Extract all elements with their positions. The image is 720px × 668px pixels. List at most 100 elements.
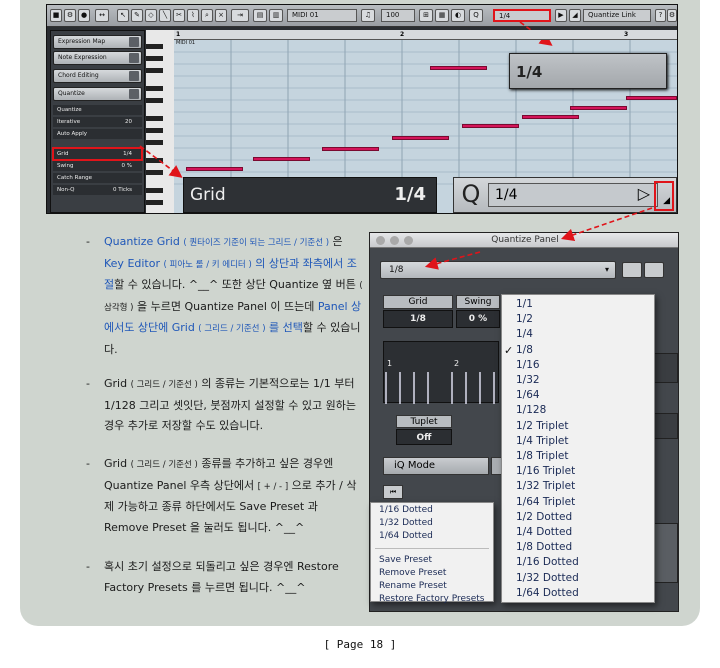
midi-note[interactable] bbox=[322, 147, 379, 151]
grid-menu-item[interactable]: 1/2 Dotted bbox=[502, 510, 654, 525]
midi-note[interactable] bbox=[430, 66, 487, 70]
zoom-field[interactable]: 100 bbox=[381, 9, 415, 22]
grid-menu-item[interactable]: 1/32 bbox=[502, 373, 654, 388]
grid-menu-item[interactable]: 1/128 bbox=[502, 403, 654, 418]
snap-icon[interactable]: ⊞ bbox=[419, 9, 433, 22]
piano-keys-graphic bbox=[146, 44, 163, 205]
line-tool-icon[interactable]: ╲ bbox=[159, 9, 171, 22]
settings-icon[interactable]: ⚙ bbox=[64, 9, 76, 22]
show-info-icon[interactable]: ▥ bbox=[269, 9, 283, 22]
midi-note[interactable] bbox=[522, 115, 579, 119]
inspector-row-quantize[interactable]: Quantize bbox=[53, 105, 142, 115]
panel-side-control[interactable] bbox=[652, 523, 678, 583]
grid-menu-item[interactable]: 1/16 bbox=[502, 358, 654, 373]
bullet-text: Quantize Grid ( 퀀타이즈 기준이 되는 그리드 / 기준선 ) … bbox=[104, 232, 364, 360]
midi-note[interactable] bbox=[253, 157, 310, 161]
midi-note[interactable] bbox=[626, 96, 677, 100]
swing-value-field[interactable]: 0 % bbox=[456, 310, 500, 328]
preset-action-item[interactable]: Restore Factory Presets bbox=[371, 593, 493, 606]
setup-icon[interactable]: ⚙ bbox=[667, 9, 677, 22]
remove-preset-icon[interactable] bbox=[644, 262, 664, 278]
grid-menu-item-label: 1/4 Triplet bbox=[516, 434, 569, 447]
color-icon[interactable]: ◐ bbox=[451, 9, 465, 22]
grid-menu-item[interactable]: 1/4 bbox=[502, 327, 654, 342]
grid-menu-item[interactable]: 1/64 Dotted bbox=[502, 586, 654, 601]
grid-menu-item[interactable]: 1/32 Dotted bbox=[502, 571, 654, 586]
grid-menu-item[interactable]: 1/8 Dotted bbox=[502, 540, 654, 555]
quantize-preset-dropdown[interactable]: 1/8 ▾ bbox=[380, 261, 616, 279]
piano-keyboard[interactable] bbox=[146, 30, 174, 213]
iq-mode-button[interactable]: iQ Mode bbox=[383, 457, 489, 475]
grid-value-field[interactable]: 1/8 bbox=[383, 310, 453, 328]
panel-side-control[interactable] bbox=[652, 413, 678, 439]
quantize-panel-triangle-icon[interactable]: ◢ bbox=[569, 9, 581, 22]
preset-menu-item[interactable]: 1/32 Dotted bbox=[371, 517, 493, 530]
bullet-dash: - bbox=[86, 235, 90, 248]
step-input-icon[interactable]: ♫ bbox=[361, 9, 375, 22]
grid-menu-item[interactable]: 1/32 Triplet bbox=[502, 479, 654, 494]
part-label: MIDI 01 bbox=[176, 40, 196, 46]
grid-menu-item[interactable]: 1/2 Triplet bbox=[502, 419, 654, 434]
inspector-row-auto-apply[interactable]: Auto Apply bbox=[53, 129, 142, 139]
solo-editor-icon[interactable]: ⇥ bbox=[231, 9, 249, 22]
inspector-row-iterative[interactable]: Iterative 20 bbox=[53, 117, 142, 127]
midi-part-field[interactable]: MIDI 01 bbox=[287, 9, 357, 22]
row-label: Catch Range bbox=[57, 175, 93, 181]
preset-menu-item[interactable]: 1/64 Dotted bbox=[371, 530, 493, 543]
quantize-link-field[interactable]: Quantize Link bbox=[583, 9, 651, 22]
quantize-icon[interactable]: Q bbox=[469, 9, 483, 22]
split-tool-icon[interactable]: ✂ bbox=[173, 9, 185, 22]
apply-quantize-icon[interactable]: ▶ bbox=[555, 9, 567, 22]
inspector-row-swing[interactable]: Swing 0 % bbox=[53, 161, 142, 171]
grid-menu-item[interactable]: 1/4 Triplet bbox=[502, 434, 654, 449]
midi-note[interactable] bbox=[570, 106, 627, 110]
zoom-window-icon[interactable] bbox=[404, 236, 413, 245]
midi-note[interactable] bbox=[186, 167, 243, 171]
add-preset-icon[interactable] bbox=[622, 262, 642, 278]
erase-tool-icon[interactable]: ◇ bbox=[145, 9, 157, 22]
grid-menu-item[interactable]: 1/64 Triplet bbox=[502, 495, 654, 510]
skip-back-icon[interactable]: ⏮ bbox=[383, 485, 403, 499]
inspector-section-quantize[interactable]: Quantize bbox=[53, 87, 142, 101]
preset-action-item[interactable]: Save Preset bbox=[371, 554, 493, 567]
inspector-section-expression-map[interactable]: Expression Map bbox=[53, 35, 142, 49]
pointer-tool-icon[interactable]: ↖ bbox=[117, 9, 129, 22]
timeline-ruler[interactable]: 1 2 3 MIDI 01 bbox=[174, 30, 677, 46]
midi-note[interactable] bbox=[462, 124, 519, 128]
record-icon[interactable]: ● bbox=[78, 9, 90, 22]
help-icon[interactable]: ? bbox=[655, 9, 666, 22]
grid-menu-item[interactable]: 1/16 Dotted bbox=[502, 555, 654, 570]
draw-tool-icon[interactable]: ✎ bbox=[131, 9, 143, 22]
zoom-tool-icon[interactable]: ⌕ bbox=[201, 9, 213, 22]
row-value: 20 bbox=[125, 119, 132, 125]
callout-value: 1/4 bbox=[516, 63, 543, 81]
grid-menu-item[interactable]: 1/8 Triplet bbox=[502, 449, 654, 464]
grid-menu-item-label: 1/64 Triplet bbox=[516, 495, 576, 508]
grid-menu-item[interactable]: 1/64 bbox=[502, 388, 654, 403]
inspector-row-catch-range[interactable]: Catch Range bbox=[53, 173, 142, 183]
auto-scroll-icon[interactable]: ▤ bbox=[253, 9, 267, 22]
mute-tool-icon[interactable]: × bbox=[215, 9, 227, 22]
glue-tool-icon[interactable]: ⌇ bbox=[187, 9, 199, 22]
grid-menu-item[interactable]: ✓ 1/8 bbox=[502, 343, 654, 358]
midi-note[interactable] bbox=[392, 136, 449, 140]
grid-type-icon[interactable]: ▦ bbox=[435, 9, 449, 22]
panel-side-control[interactable] bbox=[652, 353, 678, 383]
tuplet-label: Tuplet bbox=[396, 415, 452, 428]
grid-menu-item[interactable]: 1/16 Triplet bbox=[502, 464, 654, 479]
close-window-icon[interactable] bbox=[376, 236, 385, 245]
inspector-section-chord-editing[interactable]: Chord Editing bbox=[53, 69, 142, 83]
inspector-section-note-expression[interactable]: Note Expression bbox=[53, 51, 142, 65]
inspector-row-non-q[interactable]: Non-Q 0 Ticks bbox=[53, 185, 142, 195]
tuplet-value-field[interactable]: Off bbox=[396, 429, 452, 445]
quantize-preset-field[interactable]: 1/4 bbox=[493, 9, 551, 22]
grid-menu-item[interactable]: 1/4 Dotted bbox=[502, 525, 654, 540]
mouse-mode-icon[interactable]: ↔ bbox=[95, 9, 109, 22]
minimize-window-icon[interactable] bbox=[390, 236, 399, 245]
preset-action-item[interactable]: Rename Preset bbox=[371, 580, 493, 593]
grid-menu-item[interactable]: 1/1 bbox=[502, 297, 654, 312]
grid-menu-item[interactable]: 1/2 bbox=[502, 312, 654, 327]
preset-menu-item[interactable]: 1/16 Dotted bbox=[371, 504, 493, 517]
stop-icon[interactable]: ■ bbox=[50, 9, 62, 22]
preset-action-item[interactable]: Remove Preset bbox=[371, 567, 493, 580]
